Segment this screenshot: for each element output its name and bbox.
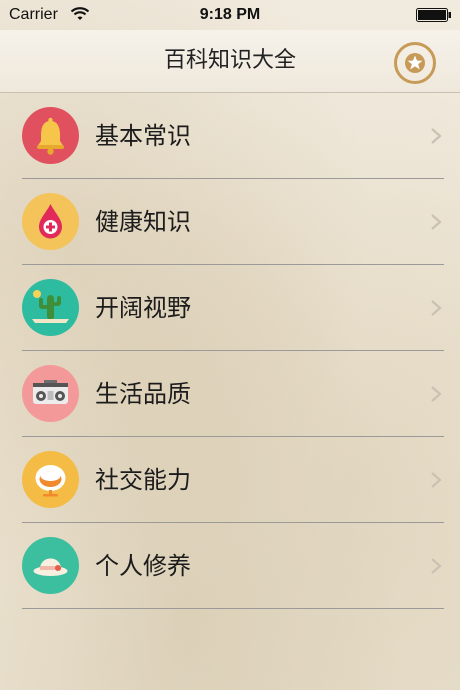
star-icon	[405, 53, 425, 73]
battery-icon	[416, 8, 452, 22]
category-label: 生活品质	[95, 380, 191, 408]
category-item-horizons[interactable]: 开阔视野	[0, 265, 460, 351]
row-divider	[22, 608, 444, 609]
category-item-social[interactable]: 社交能力	[0, 437, 460, 523]
category-item-basic[interactable]: 基本常识	[0, 93, 460, 179]
status-bar: Carrier 9:18 PM	[0, 0, 460, 30]
status-time: 9:18 PM	[199, 6, 261, 23]
chevron-right-icon	[431, 472, 442, 488]
chair-icon	[22, 451, 79, 508]
category-list: 基本常识 健康知识 开阔视野 生活品质 社交能力 个人修养	[0, 93, 460, 609]
category-item-health[interactable]: 健康知识	[0, 179, 460, 265]
category-item-cultivation[interactable]: 个人修养	[0, 523, 460, 609]
chevron-right-icon	[431, 214, 442, 230]
blood-drop-icon	[22, 193, 79, 250]
nav-bar: 百科知识大全	[0, 30, 460, 93]
chevron-right-icon	[431, 558, 442, 574]
category-label: 社交能力	[95, 466, 191, 494]
bell-icon	[22, 107, 79, 164]
category-label: 开阔视野	[95, 294, 191, 322]
category-label: 基本常识	[95, 122, 191, 150]
radio-icon	[22, 365, 79, 422]
chevron-right-icon	[431, 128, 442, 144]
category-label: 个人修养	[95, 552, 191, 580]
chevron-right-icon	[431, 300, 442, 316]
favorites-button[interactable]	[394, 42, 436, 84]
category-item-lifestyle[interactable]: 生活品质	[0, 351, 460, 437]
cactus-icon	[22, 279, 79, 336]
hat-icon	[22, 537, 79, 594]
page-title: 百科知识大全	[163, 48, 296, 73]
chevron-right-icon	[431, 386, 442, 402]
category-label: 健康知识	[95, 208, 191, 236]
